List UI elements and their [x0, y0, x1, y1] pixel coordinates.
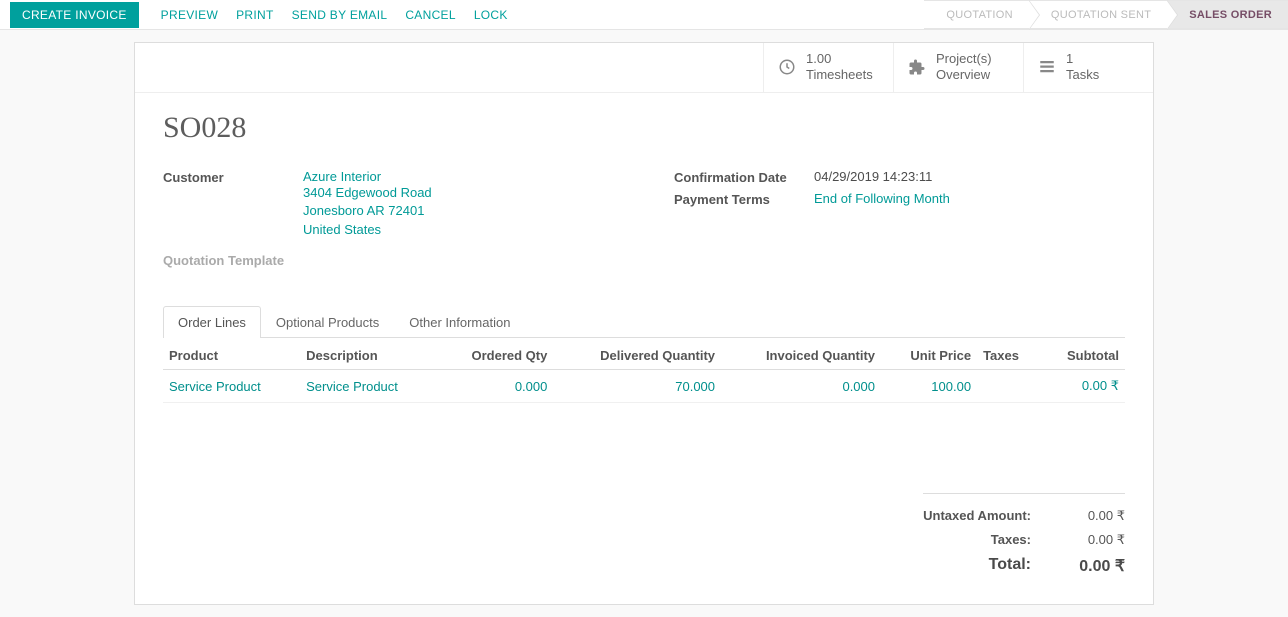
- untaxed-amount-value: 0.00 ₹: [1055, 508, 1125, 524]
- quotation-template-label: Quotation Template: [163, 252, 303, 268]
- col-product: Product: [163, 338, 300, 370]
- col-ordered-qty: Ordered Qty: [437, 338, 553, 370]
- tasks-stat-button[interactable]: 1 Tasks: [1023, 43, 1153, 92]
- print-button[interactable]: PRINT: [236, 8, 274, 22]
- tasks-value: 1: [1066, 51, 1099, 67]
- cell-product[interactable]: Service Product: [163, 370, 300, 403]
- confirmation-date-value: 04/29/2019 14:23:11: [814, 169, 1125, 185]
- payment-terms-label: Payment Terms: [674, 191, 814, 207]
- cell-description[interactable]: Service Product: [300, 370, 437, 403]
- status-step-quotation-sent[interactable]: QUOTATION SENT: [1029, 0, 1167, 29]
- quotation-template-value[interactable]: [303, 252, 614, 268]
- totals-block: Untaxed Amount: 0.00 ₹ Taxes: 0.00 ₹ Tot…: [163, 493, 1125, 580]
- cell-invoiced-qty[interactable]: 0.000: [721, 370, 881, 403]
- col-delivered-qty: Delivered Quantity: [553, 338, 721, 370]
- cell-ordered-qty[interactable]: 0.000: [437, 370, 553, 403]
- taxes-total-value: 0.00 ₹: [1055, 532, 1125, 548]
- order-name: SO028: [163, 111, 1125, 145]
- cell-unit-price[interactable]: 100.00: [881, 370, 977, 403]
- col-invoiced-qty: Invoiced Quantity: [721, 338, 881, 370]
- status-step-sales-order[interactable]: SALES ORDER: [1167, 0, 1288, 29]
- tasks-icon: [1038, 58, 1056, 76]
- projects-stat-button[interactable]: Project(s) Overview: [893, 43, 1023, 92]
- tasks-label: Tasks: [1066, 67, 1099, 83]
- col-subtotal: Subtotal: [1040, 338, 1125, 370]
- projects-label-line2: Overview: [936, 67, 992, 83]
- payment-terms-value[interactable]: End of Following Month: [814, 191, 1125, 207]
- untaxed-amount-label: Untaxed Amount:: [923, 508, 1031, 524]
- col-taxes: Taxes: [977, 338, 1040, 370]
- stat-buttons-row: 1.00 Timesheets Project(s) Overview 1: [135, 43, 1153, 93]
- grand-total-value: 0.00 ₹: [1055, 556, 1125, 576]
- table-row[interactable]: Service Product Service Product 0.000 70…: [163, 370, 1125, 403]
- customer-name-link[interactable]: Azure Interior: [303, 169, 614, 184]
- cell-delivered-qty[interactable]: 70.000: [553, 370, 721, 403]
- tab-optional-products[interactable]: Optional Products: [261, 306, 394, 338]
- timesheets-stat-button[interactable]: 1.00 Timesheets: [763, 43, 893, 92]
- puzzle-icon: [908, 58, 926, 76]
- status-step-quotation[interactable]: QUOTATION: [924, 0, 1028, 29]
- confirmation-date-label: Confirmation Date: [674, 169, 814, 185]
- status-bar: CREATE INVOICE PREVIEW PRINT SEND BY EMA…: [0, 0, 1288, 30]
- cell-taxes[interactable]: [977, 370, 1040, 403]
- customer-country: United States: [303, 221, 614, 240]
- timesheets-value: 1.00: [806, 51, 873, 67]
- create-invoice-button[interactable]: CREATE INVOICE: [10, 2, 139, 28]
- form-sheet: 1.00 Timesheets Project(s) Overview 1: [134, 42, 1154, 605]
- action-buttons: CREATE INVOICE PREVIEW PRINT SEND BY EMA…: [10, 2, 508, 28]
- preview-button[interactable]: PREVIEW: [161, 8, 218, 22]
- taxes-total-label: Taxes:: [923, 532, 1031, 548]
- col-unit-price: Unit Price: [881, 338, 977, 370]
- customer-address-line2: Jonesboro AR 72401: [303, 202, 614, 221]
- order-lines-table: Product Description Ordered Qty Delivere…: [163, 338, 1125, 403]
- lock-button[interactable]: LOCK: [474, 8, 508, 22]
- tabs: Order Lines Optional Products Other Info…: [163, 306, 1125, 338]
- cell-subtotal[interactable]: 0.00 ₹: [1040, 370, 1125, 403]
- status-steps: QUOTATION QUOTATION SENT SALES ORDER: [924, 0, 1288, 29]
- tab-order-lines[interactable]: Order Lines: [163, 306, 261, 338]
- customer-label: Customer: [163, 169, 303, 241]
- timesheets-label: Timesheets: [806, 67, 873, 83]
- send-by-email-button[interactable]: SEND BY EMAIL: [292, 8, 388, 22]
- clock-icon: [778, 58, 796, 76]
- projects-label-line1: Project(s): [936, 51, 992, 67]
- grand-total-label: Total:: [923, 556, 1031, 576]
- col-description: Description: [300, 338, 437, 370]
- cancel-button[interactable]: CANCEL: [405, 8, 455, 22]
- tab-other-information[interactable]: Other Information: [394, 306, 525, 338]
- customer-address-line1: 3404 Edgewood Road: [303, 184, 614, 203]
